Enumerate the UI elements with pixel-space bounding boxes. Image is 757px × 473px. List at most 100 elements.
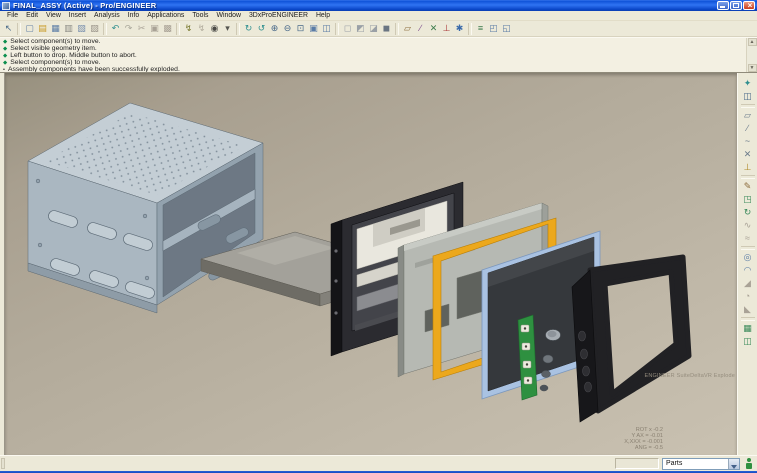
menu-item-tools[interactable]: Tools [188, 11, 212, 21]
toolbar-icon-info-window[interactable]: ◰ [487, 22, 500, 35]
toolbar-icon-datum-points[interactable]: ✕ [427, 22, 440, 35]
toolbar-icon-close-window[interactable]: ◱ [500, 22, 513, 35]
separator [740, 175, 755, 179]
feature-icon-revolve-tool[interactable]: ↻ [741, 206, 755, 219]
feature-icon-view-manager[interactable]: ◫ [741, 90, 755, 103]
message-bullet-icon: • [3, 66, 5, 72]
exploded-assembly [27, 102, 692, 423]
toolbar-icon-model-tree[interactable]: ≡ [474, 22, 487, 35]
feature-icon-named-views[interactable]: ✦ [741, 77, 755, 90]
toolbar-icon-shaded[interactable]: ◼ [380, 22, 393, 35]
message-scrollbar[interactable]: ▲ ▼ [746, 38, 757, 72]
separator [176, 22, 180, 35]
scroll-up-icon[interactable]: ▲ [747, 38, 757, 46]
toolbar-icon-redo[interactable]: ↷ [122, 22, 135, 35]
app-icon [2, 1, 10, 10]
message-bullet-icon: ◆ [3, 59, 8, 66]
feature-icon-hole-tool[interactable]: ◎ [741, 251, 755, 264]
feature-icon-pattern-tool[interactable]: ▦ [741, 322, 755, 335]
feature-icon-datum-point-tool[interactable]: ✕ [741, 148, 755, 161]
menu-item-insert[interactable]: Insert [65, 11, 90, 21]
separator [740, 317, 755, 321]
feature-icon-datum-plane-tool[interactable]: ▱ [741, 109, 755, 122]
part-chassis-cage[interactable] [27, 102, 264, 314]
menu-item-analysis[interactable]: Analysis [90, 11, 124, 21]
combobox-dropdown-icon[interactable] [728, 458, 739, 469]
toolbar-icon-erase[interactable]: ▨ [88, 22, 101, 35]
toolbar-icon-save[interactable]: ▦ [49, 22, 62, 35]
separator [335, 22, 339, 35]
toolbar-icon-new[interactable]: ▢ [23, 22, 36, 35]
graphics-viewport[interactable]: ENGINEER SuiteDeltaVR Explode ROT x -0.2… [5, 73, 737, 455]
close-button[interactable]: × [743, 1, 755, 10]
toolbar-icon-datum-axes[interactable]: ∕ [414, 22, 427, 35]
feature-icon-blend-tool[interactable]: ≈ [741, 232, 755, 245]
toolbar-icon-copy[interactable]: ▣ [148, 22, 161, 35]
menu-item-applications[interactable]: Applications [143, 11, 188, 21]
toolbar-icon-zoom-in[interactable]: ⊕ [268, 22, 281, 35]
toolbar-icon-regenerate[interactable]: ↯ [182, 22, 195, 35]
toolbar-icon-paste[interactable]: ▩ [161, 22, 174, 35]
toolbar-icon-spin-center[interactable]: ✱ [453, 22, 466, 35]
toolbar-icon-no-hidden[interactable]: ◪ [367, 22, 380, 35]
selection-filter-value: Parts [666, 460, 683, 467]
toolbar-icon-datum-csys[interactable]: ⊥ [440, 22, 453, 35]
status-grip [1, 458, 5, 469]
toolbar-icon-select[interactable]: ↖ [2, 22, 15, 35]
menu-item-info[interactable]: Info [124, 11, 144, 21]
selection-count-box [615, 458, 659, 469]
toolbar-icon-pan-zoom[interactable]: ↺ [255, 22, 268, 35]
separator [468, 22, 472, 35]
feature-icon-mirror-tool[interactable]: ◫ [741, 335, 755, 348]
feature-icon-chamfer-tool[interactable]: ◢ [741, 277, 755, 290]
feature-icon-shell-tool[interactable]: ◔ [741, 290, 755, 303]
feature-icon-coord-system-tool[interactable]: ⊥ [741, 161, 755, 174]
message-bullet-icon: ◆ [3, 45, 8, 52]
separator [17, 22, 21, 35]
toolbar-icon-open[interactable]: ▤ [36, 22, 49, 35]
toolbar-icon-saved-views[interactable]: ◫ [320, 22, 333, 35]
toolbar-icon-search-menu[interactable]: ▾ [221, 22, 234, 35]
message-line: ◆ Select component(s) to move. [3, 38, 746, 46]
feature-icon-datum-axis-tool[interactable]: ∕ [741, 122, 755, 135]
separator [740, 246, 755, 250]
feature-icon-sketch-tool[interactable]: ✎ [741, 180, 755, 193]
menu-item-window[interactable]: Window [212, 11, 245, 21]
restore-button[interactable] [730, 1, 742, 10]
toolbar-icon-print[interactable]: ▥ [62, 22, 75, 35]
menu-item-3dxproengineer[interactable]: 3DxProENGINEER [245, 11, 312, 21]
menu-item-help[interactable]: Help [312, 11, 334, 21]
part-front-bezel[interactable] [571, 254, 692, 423]
feature-icon-round-tool[interactable]: ◠ [741, 264, 755, 277]
smart-filter-icon[interactable] [743, 457, 755, 470]
message-line: ◆ Left button to drop. Middle button to … [3, 52, 746, 60]
toolbar-icon-search[interactable]: ◉ [208, 22, 221, 35]
feature-icon-extrude-tool[interactable]: ◳ [741, 193, 755, 206]
selection-filter-combobox[interactable]: Parts [662, 457, 740, 470]
scroll-down-icon[interactable]: ▼ [747, 64, 757, 72]
separator [236, 22, 240, 35]
toolbar-icon-hidden-line[interactable]: ◩ [354, 22, 367, 35]
toolbar-icon-zoom-out[interactable]: ⊖ [281, 22, 294, 35]
toolbar-icon-refit[interactable]: ⊡ [294, 22, 307, 35]
toolbar-icon-repaint[interactable]: ▣ [307, 22, 320, 35]
menu-item-edit[interactable]: Edit [22, 11, 42, 21]
toolbar-icon-datum-planes[interactable]: ▱ [401, 22, 414, 35]
main-toolbar: ↖ ▢ ▤ ▦ ▥ ▧ ▨ ↶ ↷ ✂ ▣ ▩ ↯ ↯ ◉ ▾ ↻ ↺ ⊕ ⊖ … [0, 21, 757, 37]
separator [103, 22, 107, 35]
feature-icon-draft-tool[interactable]: ◣ [741, 303, 755, 316]
toolbar-icon-wireframe[interactable]: ◻ [341, 22, 354, 35]
menu-item-file[interactable]: File [3, 11, 22, 21]
window-title: FINAL_ASSY (Active) - Pro/ENGINEER [13, 1, 157, 10]
toolbar-icon-cut[interactable]: ✂ [135, 22, 148, 35]
toolbar-icon-save-copy[interactable]: ▧ [75, 22, 88, 35]
toolbar-icon-spin[interactable]: ↻ [242, 22, 255, 35]
message-area: ◆ Select component(s) to move. ◆ Select … [0, 37, 757, 73]
toolbar-icon-undo[interactable]: ↶ [109, 22, 122, 35]
message-bullet-icon: ◆ [3, 52, 8, 59]
toolbar-icon-regen-manager[interactable]: ↯ [195, 22, 208, 35]
feature-icon-datum-curve-tool[interactable]: ~ [741, 135, 755, 148]
minimize-button[interactable] [717, 1, 729, 10]
feature-icon-sweep-tool[interactable]: ∿ [741, 219, 755, 232]
menu-item-view[interactable]: View [42, 11, 65, 21]
